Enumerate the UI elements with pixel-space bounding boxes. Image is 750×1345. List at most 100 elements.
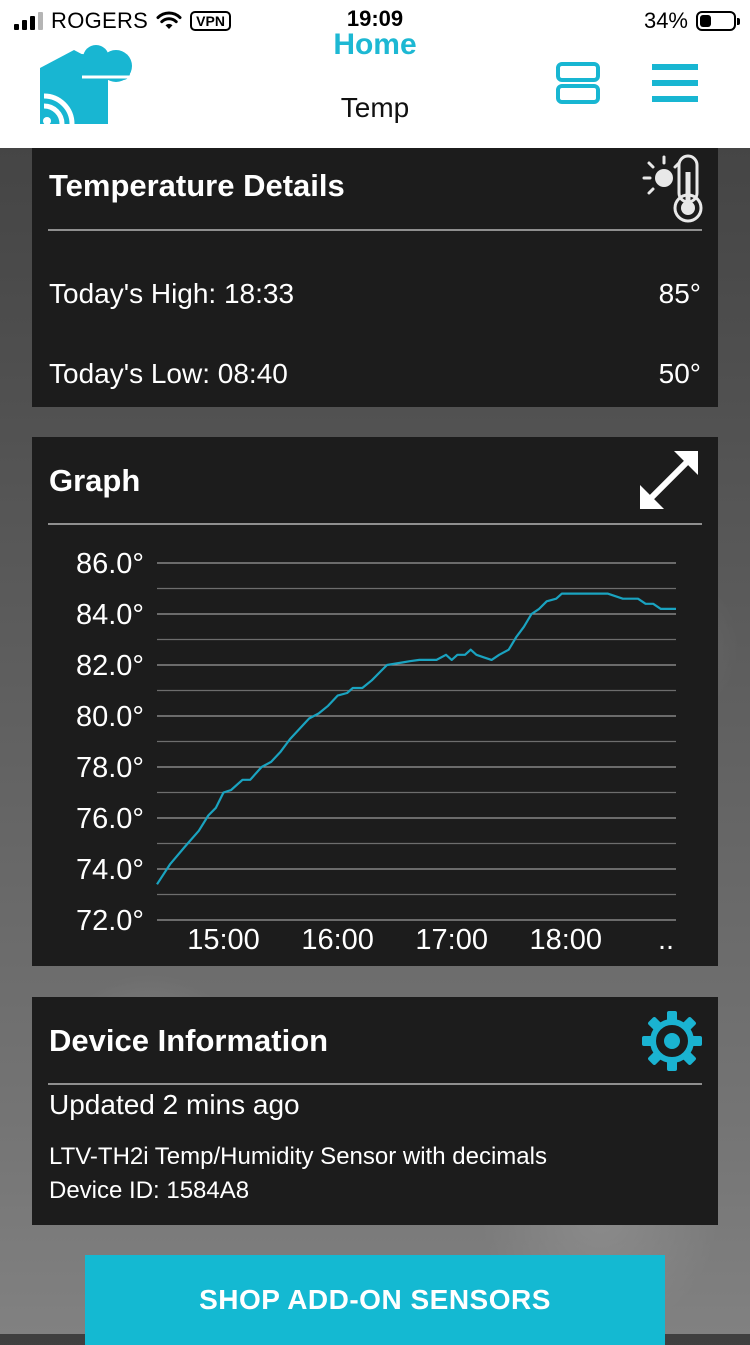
chart-data-point	[393, 663, 395, 665]
battery-level-fill	[700, 15, 711, 27]
chart-data-point	[386, 664, 388, 666]
chart-data-point	[508, 649, 510, 651]
chart-data-point	[445, 654, 447, 656]
chart-data-point	[327, 705, 329, 707]
chart-data-point	[352, 687, 354, 689]
chart-data-point	[317, 712, 319, 714]
page-title: Home	[333, 28, 417, 61]
chart-data-point	[215, 807, 217, 809]
chart-data-point	[289, 738, 291, 740]
chart-data-point	[675, 608, 677, 610]
chart-data-point	[637, 598, 639, 600]
chart-series-line	[156, 592, 676, 885]
chart-data-point	[470, 649, 472, 651]
chart-data-point	[538, 608, 540, 610]
chart-data-point	[249, 779, 251, 781]
last-updated-text: Updated 2 mins ago	[49, 1089, 300, 1120]
chart-data-point	[230, 789, 232, 791]
chart-data-point	[523, 626, 525, 628]
chart-y-tick-label: 82.0°	[76, 650, 144, 682]
chart-data-point	[599, 592, 601, 594]
graph-card: Graph 72.0° 74.0° 76.0° 78.0° 80.0° 82.0° 84.0…	[32, 437, 718, 966]
gear-icon[interactable]	[640, 1009, 704, 1073]
section-divider	[48, 523, 702, 525]
device-information-card: Device Information Updated 2 mins ago LT…	[32, 997, 718, 1225]
device-model-text: LTV-TH2i Temp/Humidity Sensor with decim…	[49, 1143, 547, 1170]
chart-data-point	[568, 592, 570, 594]
shop-add-on-sensors-button[interactable]: SHOP ADD-ON SENSORS	[85, 1255, 665, 1345]
expand-icon[interactable]	[640, 451, 698, 509]
chart-data-point	[270, 761, 272, 763]
chart-data-point	[584, 592, 586, 594]
graph-title: Graph	[49, 463, 141, 498]
chart-x-tick-label: 18:00	[529, 924, 602, 956]
chart-data-point	[409, 660, 411, 662]
todays-high-label: Today's High: 18:33	[49, 278, 295, 309]
chart-data-point	[530, 613, 532, 615]
temperature-details-title: Temperature Details	[49, 168, 345, 203]
layout-toggle-icon[interactable]	[556, 62, 600, 104]
chart-data-point	[435, 659, 437, 661]
chart-y-tick-label: 80.0°	[76, 701, 144, 733]
chart-data-point	[156, 883, 158, 885]
chart-data-point	[660, 608, 662, 610]
chart-data-point	[456, 654, 458, 656]
thermometer-sun-icon	[642, 154, 703, 223]
chart-data-point	[198, 830, 200, 832]
chart-data-point	[483, 656, 485, 658]
chart-x-tick-label: 16:00	[301, 924, 374, 956]
chart-data-point	[279, 751, 281, 753]
chart-data-point	[308, 717, 310, 719]
chart-data-point	[378, 671, 380, 673]
chart-data-point	[667, 608, 669, 610]
chart-x-tick-label: 15:00	[187, 924, 260, 956]
chart-data-point	[622, 598, 624, 600]
chart-y-tick-label: 84.0°	[76, 599, 144, 631]
chart-y-tick-label: 78.0°	[76, 752, 144, 784]
chart-data-point	[169, 863, 171, 865]
chart-data-point	[298, 728, 300, 730]
chart-data-point	[207, 814, 209, 816]
chart-y-tick-label: 72.0°	[76, 905, 144, 937]
chart-data-point	[644, 603, 646, 605]
chart-data-point	[222, 791, 224, 793]
chart-data-point	[475, 654, 477, 656]
app-header: ROGERS VPN 19:09 34% Home Temp	[0, 0, 750, 148]
section-divider	[48, 1083, 702, 1085]
section-divider	[48, 229, 702, 231]
chart-y-tick-label: 86.0°	[76, 548, 144, 580]
chart-x-tick-label: ..	[658, 924, 674, 956]
chart-data-point	[184, 845, 186, 847]
chart-data-point	[451, 659, 453, 661]
temperature-line-chart[interactable]: 72.0° 74.0° 76.0° 78.0° 80.0° 82.0° 84.0° 86.0°…	[32, 533, 718, 966]
todays-low-label: Today's Low: 08:40	[49, 358, 288, 389]
chart-data-point	[606, 592, 608, 594]
chart-data-point	[401, 661, 403, 663]
chart-data-point	[490, 659, 492, 661]
chart-data-point	[498, 654, 500, 656]
chart-y-tick-label: 76.0°	[76, 803, 144, 835]
chart-data-point	[591, 592, 593, 594]
temperature-details-card: Temperature Details Today's High: 18:33 …	[32, 148, 718, 407]
chart-x-tick-label: 17:00	[415, 924, 488, 956]
chart-data-point	[346, 692, 348, 694]
chart-y-tick-label: 74.0°	[76, 854, 144, 886]
hamburger-menu-icon[interactable]	[652, 64, 698, 102]
chart-data-point	[336, 694, 338, 696]
chart-data-point	[464, 654, 466, 656]
chart-data-point	[241, 779, 243, 781]
chart-data-point	[546, 600, 548, 602]
chart-data-point	[652, 603, 654, 605]
chart-data-point	[371, 679, 373, 681]
chart-data-point	[361, 687, 363, 689]
device-information-title: Device Information	[49, 1023, 329, 1058]
chart-data-point	[426, 659, 428, 661]
chart-data-point	[260, 766, 262, 768]
page-subtitle: Temp	[340, 92, 410, 123]
device-id-text: Device ID: 1584A8	[49, 1177, 250, 1204]
todays-high-value: 85°	[658, 278, 701, 309]
todays-low-value: 50°	[658, 358, 701, 389]
chart-data-point	[561, 592, 563, 594]
chart-data-point	[515, 636, 517, 638]
chart-data-point	[418, 659, 420, 661]
